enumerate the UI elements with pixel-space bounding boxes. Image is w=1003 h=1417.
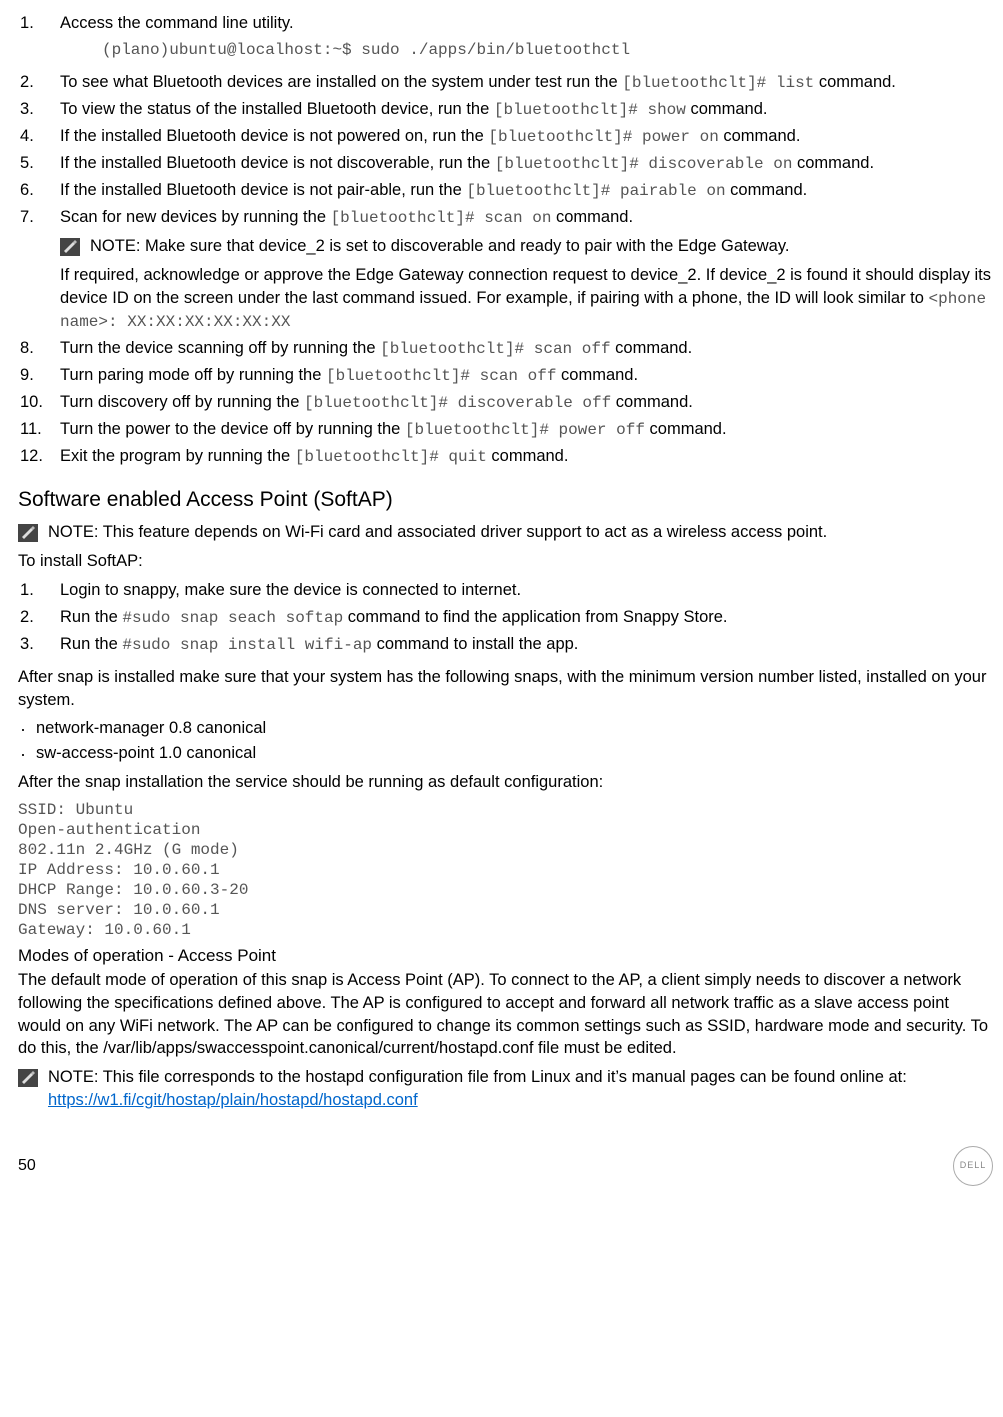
step-text-tail: command. (686, 100, 768, 118)
dell-logo-icon: DELL (953, 1146, 993, 1186)
step-2: To see what Bluetooth devices are instal… (18, 71, 993, 98)
step-text: Run the (60, 635, 122, 653)
softap-step-3: Run the #sudo snap install wifi-ap comma… (18, 633, 993, 660)
inline-code: [bluetoothclt]# list (622, 74, 814, 92)
softap-step-2: Run the #sudo snap seach softap command … (18, 606, 993, 633)
bluetooth-steps-list: Access the command line utility. (plano)… (18, 12, 993, 472)
softap-heading: Software enabled Access Point (SoftAP) (18, 486, 993, 515)
step-text-tail: command to find the application from Sna… (343, 608, 727, 626)
hostapd-link[interactable]: https://w1.fi/cgit/hostap/plain/hostapd/… (48, 1091, 418, 1109)
snap-bullets: network-manager 0.8 canonical sw-access-… (18, 717, 993, 765)
inline-code: [bluetoothclt]# quit (295, 448, 487, 466)
command-line: (plano)ubuntu@localhost:~$ sudo ./apps/b… (102, 39, 993, 61)
step-text: Exit the program by running the (60, 447, 295, 465)
pencil-note-icon (18, 524, 38, 542)
pencil-note-icon (60, 238, 80, 256)
modes-heading: Modes of operation - Access Point (18, 944, 993, 967)
inline-code: #sudo snap install wifi-ap (122, 636, 372, 654)
step-text: Scan for new devices by running the (60, 208, 331, 226)
step-8: Turn the device scanning off by running … (18, 337, 993, 364)
step-7: Scan for new devices by running the [blu… (18, 206, 993, 337)
note-text: NOTE: Make sure that device_2 is set to … (90, 235, 789, 258)
step-text: Turn paring mode off by running the (60, 366, 326, 384)
inline-code: [bluetoothclt]# pairable on (466, 182, 725, 200)
inline-code: [bluetoothclt]# discoverable off (304, 394, 611, 412)
inline-code: #sudo snap seach softap (122, 609, 343, 627)
step-text: To see what Bluetooth devices are instal… (60, 73, 622, 91)
step-text: If the installed Bluetooth device is not… (60, 154, 495, 172)
step-text: To view the status of the installed Blue… (60, 100, 494, 118)
note-block: NOTE: This feature depends on Wi-Fi card… (18, 521, 993, 544)
step-text-tail: command. (726, 181, 808, 199)
inline-code: [bluetoothclt]# discoverable on (495, 155, 793, 173)
step-text-tail: command. (645, 420, 727, 438)
step-6: If the installed Bluetooth device is not… (18, 179, 993, 206)
inline-code: [bluetoothclt]# power on (488, 128, 718, 146)
subpara-text: If required, acknowledge or approve the … (60, 266, 991, 307)
inline-code: [bluetoothclt]# scan off (326, 367, 556, 385)
pencil-note-icon (18, 1069, 38, 1087)
step-text: Login to snappy, make sure the device is… (60, 581, 521, 599)
step-11: Turn the power to the device off by runn… (18, 418, 993, 445)
note-block: NOTE: Make sure that device_2 is set to … (60, 235, 993, 258)
inline-code: [bluetoothclt]# power off (405, 421, 645, 439)
softap-after1: After snap is installed make sure that y… (18, 666, 993, 712)
step-3: To view the status of the installed Blue… (18, 98, 993, 125)
step-4: If the installed Bluetooth device is not… (18, 125, 993, 152)
modes-para: The default mode of operation of this sn… (18, 969, 993, 1060)
step-text: Turn the power to the device off by runn… (60, 420, 405, 438)
softap-intro: To install SoftAP: (18, 550, 993, 573)
inline-code: [bluetoothclt]# scan on (331, 209, 552, 227)
step-text-tail: command. (551, 208, 633, 226)
step-subpara: If required, acknowledge or approve the … (60, 264, 993, 333)
note-text-a: NOTE: This file corresponds to the hosta… (48, 1068, 907, 1086)
note-text: NOTE: This feature depends on Wi-Fi card… (48, 521, 827, 544)
bullet-item: sw-access-point 1.0 canonical (18, 742, 993, 765)
step-text: If the installed Bluetooth device is not… (60, 127, 488, 145)
step-text: Access the command line utility. (60, 14, 294, 32)
step-text: Turn the device scanning off by running … (60, 339, 380, 357)
step-10: Turn discovery off by running the [bluet… (18, 391, 993, 418)
inline-code: [bluetoothclt]# scan off (380, 340, 610, 358)
softap-step-1: Login to snappy, make sure the device is… (18, 579, 993, 606)
note-text: NOTE: This file corresponds to the hosta… (48, 1066, 993, 1112)
softap-steps-list: Login to snappy, make sure the device is… (18, 579, 993, 660)
step-text-tail: command. (487, 447, 569, 465)
page-number: 50 (18, 1155, 36, 1177)
step-text: Turn discovery off by running the (60, 393, 304, 411)
step-12: Exit the program by running the [bluetoo… (18, 445, 993, 472)
step-text-tail: command. (719, 127, 801, 145)
default-config-block: SSID: Ubuntu Open-authentication 802.11n… (18, 800, 993, 940)
step-text: If the installed Bluetooth device is not… (60, 181, 466, 199)
inline-code: [bluetoothclt]# show (494, 101, 686, 119)
step-5: If the installed Bluetooth device is not… (18, 152, 993, 179)
step-text-tail: command. (814, 73, 896, 91)
step-text-tail: command. (611, 393, 693, 411)
step-text-tail: command. (611, 339, 693, 357)
softap-after2: After the snap installation the service … (18, 771, 993, 794)
bullet-item: network-manager 0.8 canonical (18, 717, 993, 740)
step-text-tail: command. (792, 154, 874, 172)
step-9: Turn paring mode off by running the [blu… (18, 364, 993, 391)
note-block: NOTE: This file corresponds to the hosta… (18, 1066, 993, 1112)
page-footer: 50 DELL (18, 1146, 993, 1186)
step-1: Access the command line utility. (plano)… (18, 12, 993, 71)
step-text-tail: command to install the app. (372, 635, 578, 653)
step-text: Run the (60, 608, 122, 626)
step-text-tail: command. (556, 366, 638, 384)
